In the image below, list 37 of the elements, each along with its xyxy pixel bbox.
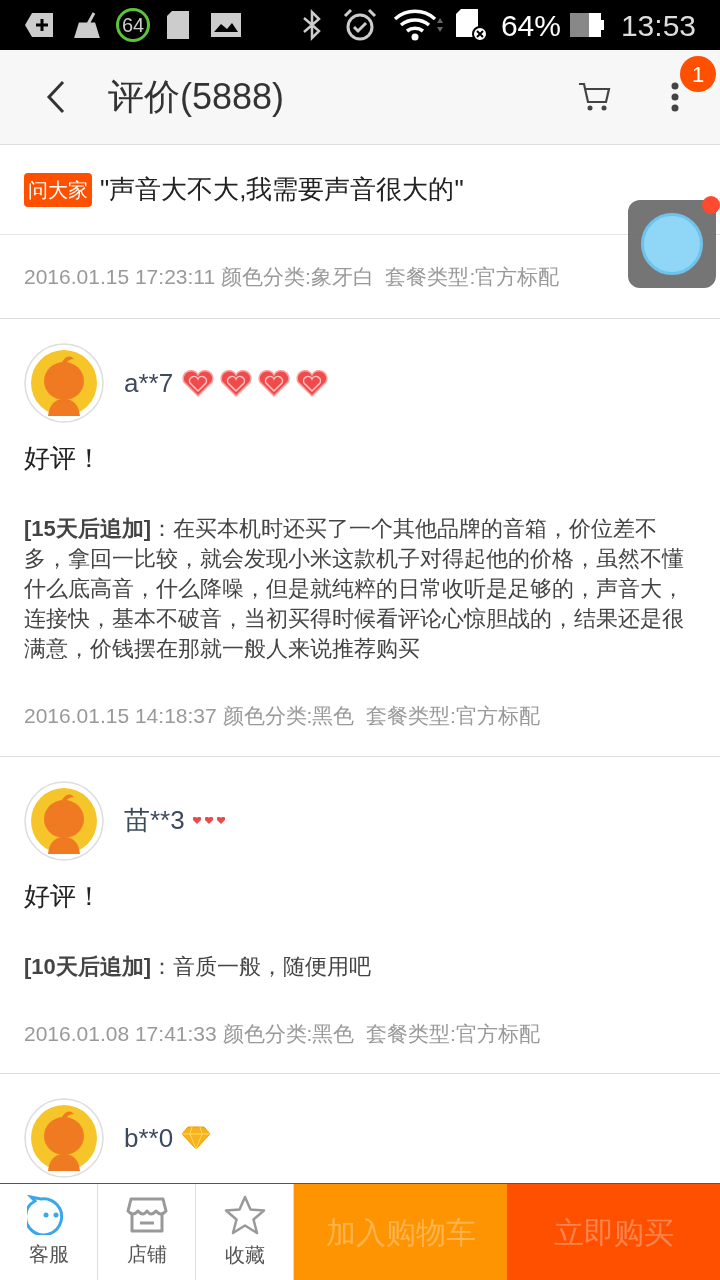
review-text: 好评！ <box>24 442 103 475</box>
back-icon <box>46 80 66 114</box>
username: a**7 <box>124 366 174 400</box>
page-title: 评价(5888) <box>108 75 285 119</box>
question-meta: 2016.01.15 17:23:11 颜色分类:象牙白 套餐类型:官方标配 <box>24 263 560 290</box>
sd-card-error-icon <box>454 8 489 42</box>
question-text: "声音大不大,我需要声音很大的" <box>100 173 464 206</box>
follow-up-text: [10天后追加]：音质一般，随便用吧 <box>24 952 373 981</box>
ask-tag: 问大家 <box>24 172 92 207</box>
username: b**0 <box>124 1121 174 1155</box>
heart-icon <box>257 369 292 397</box>
heart-icon <box>295 369 330 397</box>
review-meta: 2016.01.15 14:18:37 颜色分类:黑色 套餐类型:官方标配 <box>24 703 541 729</box>
shop-icon <box>124 1195 169 1235</box>
heart-icon <box>219 369 254 397</box>
notification-badge: 1 <box>680 56 716 92</box>
follow-up-text: [15天后追加]：在买本机时还买了一个其他品牌的音箱，价位差不多，拿回一比较，就会发现小米这款机子对得起他的价格，虽然不懂什么底高音，什么降噪，但是就纯粹的日常收听是足够的，声音大，连接快，基本不破音，当初买得时候看评论心惊胆战的，结果还是很满意，价钱摆在那就一般人来说推荐购买 <box>24 515 685 663</box>
sd-card-icon <box>166 10 190 40</box>
memory-percent: 64 <box>121 15 145 35</box>
battery-percent: 64% <box>500 7 561 44</box>
more-icon <box>671 82 679 112</box>
cart-icon <box>578 81 612 113</box>
plus-icon <box>24 12 54 38</box>
wifi-icon <box>392 9 443 41</box>
broom-icon <box>74 12 100 38</box>
alarm-icon <box>342 8 377 42</box>
diamond-icon <box>181 1126 212 1150</box>
battery-icon <box>568 12 605 38</box>
review-meta: 2016.01.08 17:41:33 颜色分类:黑色 套餐类型:官方标配 <box>24 1020 541 1047</box>
bottom-tab[interactable]: 店铺 <box>98 1184 196 1280</box>
username: 苗**3 <box>124 804 185 837</box>
star-icon <box>222 1194 267 1236</box>
review-text: 好评！ <box>24 879 103 913</box>
image-icon <box>210 12 242 38</box>
bottom-tab[interactable]: 客服 <box>0 1184 98 1280</box>
heart-icon <box>181 369 216 397</box>
clock: 13:53 <box>620 7 696 44</box>
